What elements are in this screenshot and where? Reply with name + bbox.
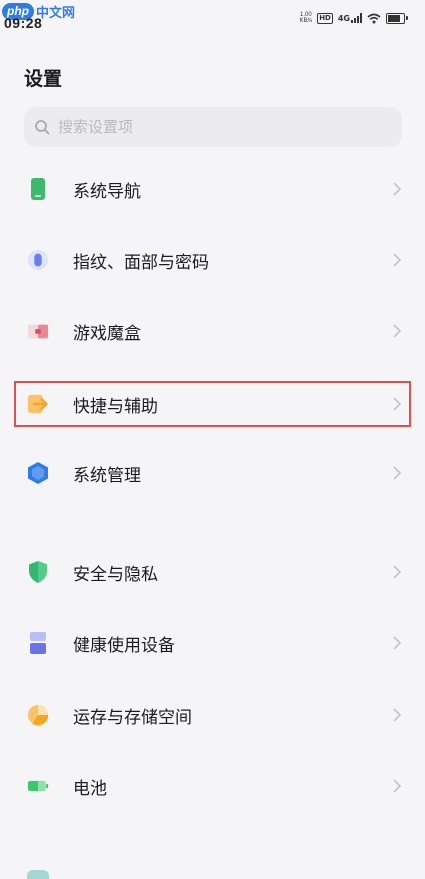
settings-item-battery[interactable]: 电池	[0, 760, 425, 812]
item-label: 电池	[73, 778, 107, 799]
search-icon	[35, 120, 50, 135]
chevron-right-icon	[393, 636, 402, 650]
item-label: 指纹、面部与密码	[73, 252, 209, 273]
chevron-right-icon	[393, 324, 402, 338]
settings-item-security-privacy[interactable]: 安全与隐私	[0, 546, 425, 598]
chevron-right-icon	[393, 253, 402, 267]
item-label: 安全与隐私	[73, 564, 158, 585]
cellular-signal-icon: 4G	[338, 13, 362, 23]
hexagon-icon	[27, 462, 49, 484]
chevron-right-icon	[393, 182, 402, 196]
status-icons: 1.00 KB/s HD 4G	[300, 12, 408, 24]
chevron-right-icon	[393, 779, 402, 793]
search-input[interactable]	[56, 117, 380, 137]
chevron-right-icon	[393, 708, 402, 722]
chevron-right-icon	[393, 565, 402, 579]
settings-item-system-management[interactable]: 系统管理	[0, 447, 425, 499]
highlight-box	[14, 381, 411, 427]
wifi-icon	[367, 13, 381, 23]
chevron-right-icon	[393, 466, 402, 480]
item-label: 系统管理	[73, 465, 141, 486]
clock: 09:28	[4, 15, 43, 31]
search-bar[interactable]	[24, 107, 402, 147]
battery-status-icon	[386, 12, 408, 24]
settings-item-game-box[interactable]: 游戏魔盒	[0, 305, 425, 357]
net-speed-unit: KB/s	[299, 18, 313, 24]
shield-icon	[27, 561, 49, 583]
signal-type: 4G	[337, 14, 350, 23]
item-label: 游戏魔盒	[73, 323, 141, 344]
network-speed: 1.00 KB/s	[300, 12, 313, 24]
phone-icon	[27, 178, 49, 200]
hourglass-icon	[27, 632, 49, 654]
status-bar: php 中文网 09:28 1.00 KB/s HD 4G	[0, 0, 425, 34]
fingerprint-icon	[27, 249, 49, 271]
settings-item-fingerprint-face-password[interactable]: 指纹、面部与密码	[0, 234, 425, 286]
pie-chart-icon	[27, 704, 49, 726]
settings-item-healthy-device-use[interactable]: 健康使用设备	[0, 617, 425, 669]
hd-icon: HD	[317, 12, 333, 24]
settings-item-system-navigation[interactable]: 系统导航	[0, 163, 425, 215]
settings-item-ram-storage[interactable]: 运存与存储空间	[0, 689, 425, 741]
game-box-icon	[27, 320, 49, 342]
item-label: 健康使用设备	[73, 635, 175, 656]
battery-icon	[27, 775, 49, 797]
next-item-icon-partial	[27, 870, 49, 879]
item-label: 运存与存储空间	[73, 707, 192, 728]
page-title: 设置	[24, 68, 63, 90]
item-label: 系统导航	[73, 181, 141, 202]
